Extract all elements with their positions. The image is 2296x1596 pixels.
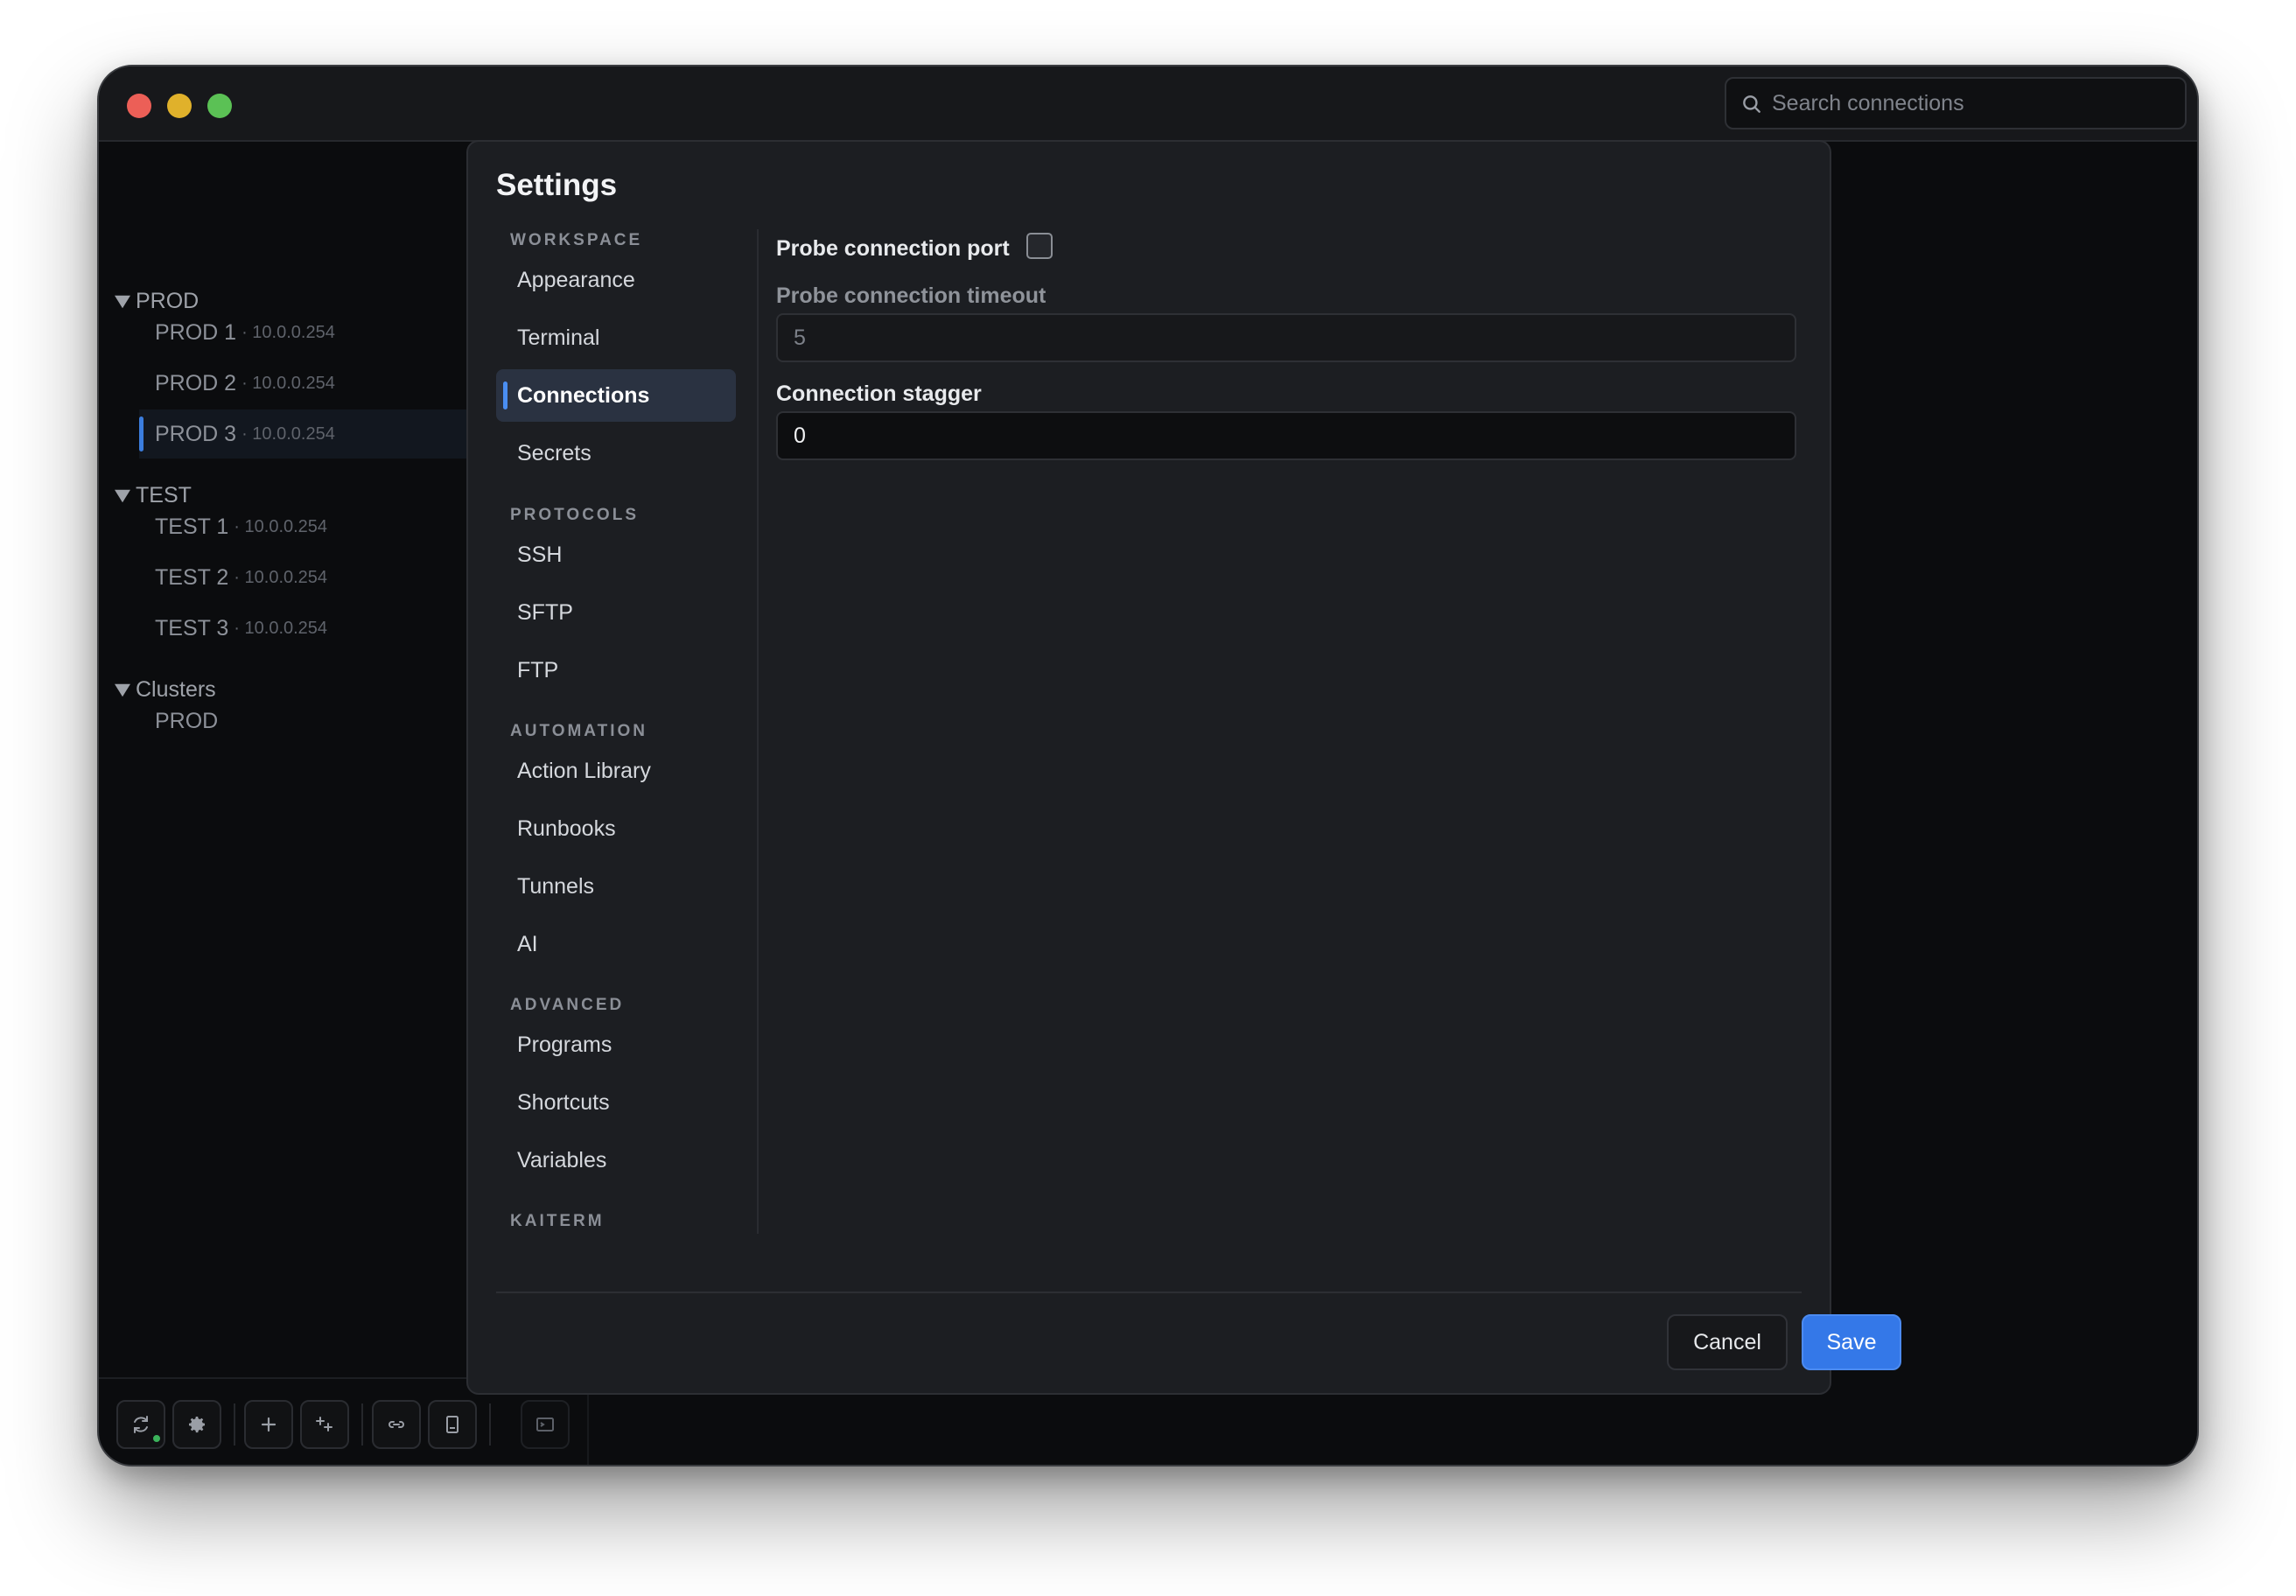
search-box[interactable] [1725, 77, 2187, 130]
save-button[interactable]: Save [1802, 1314, 1901, 1370]
settings-button[interactable] [172, 1400, 221, 1449]
nav-item-programs[interactable]: Programs [496, 1018, 736, 1071]
nav-item-sftp[interactable]: SFTP [496, 586, 736, 639]
nav-item-shortcuts[interactable]: Shortcuts [496, 1076, 736, 1129]
probe-timeout-field[interactable]: 5 [776, 313, 1796, 362]
tree-item-name: TEST 3 [155, 615, 229, 640]
tree-item-ip: · 10.0.0.254 [242, 322, 335, 342]
app-window: PROD PROD 1 · 10.0.0.254 PROD 2 · 10.0.0… [97, 65, 2199, 1466]
tree-item-name: PROD [155, 708, 219, 733]
tree-item-name: PROD 1 [155, 319, 237, 345]
title-bar [99, 66, 2197, 142]
tree-item-test-2[interactable]: TEST 2 · 10.0.0.254 [139, 553, 466, 602]
cancel-button[interactable]: Cancel [1667, 1314, 1788, 1370]
close-window-button[interactable] [127, 94, 151, 118]
tree-item-ip: · 10.0.0.254 [234, 618, 328, 638]
caret-down-icon [115, 683, 130, 696]
tree-item-cluster-prod[interactable]: PROD [139, 696, 466, 746]
tree-item-test-3[interactable]: TEST 3 · 10.0.0.254 [139, 604, 466, 653]
nav-item-tunnels[interactable]: Tunnels [496, 860, 736, 913]
nav-section-kaiterm: KAITERM [510, 1212, 605, 1230]
nav-divider [757, 229, 759, 1234]
nav-section-workspace: WORKSPACE [510, 231, 643, 249]
nav-section-advanced: ADVANCED [510, 996, 625, 1014]
tree-item-ip: · 10.0.0.254 [242, 373, 335, 393]
tree-item-prod-1[interactable]: PROD 1 · 10.0.0.254 [139, 308, 466, 357]
add-multiple-button[interactable] [300, 1400, 349, 1449]
nav-item-connections[interactable]: Connections [496, 369, 736, 422]
nav-section-protocols: PROTOCOLS [510, 506, 639, 524]
nav-item-ai[interactable]: AI [496, 918, 736, 970]
search-input[interactable] [1772, 79, 2176, 128]
plus-icon [261, 1417, 276, 1432]
nav-item-ssh[interactable]: SSH [496, 528, 736, 581]
sync-button[interactable] [116, 1400, 165, 1449]
document-button[interactable] [428, 1400, 477, 1449]
tree-item-test-1[interactable]: TEST 1 · 10.0.0.254 [139, 502, 466, 551]
stagger-field[interactable]: 0 [776, 411, 1796, 460]
online-status-dot [151, 1433, 162, 1444]
document-icon [446, 1416, 458, 1433]
nav-item-action-library[interactable]: Action Library [496, 745, 736, 797]
nav-item-appearance[interactable]: Appearance [496, 254, 736, 306]
toolbar-separator [489, 1404, 491, 1446]
dialog-title: Settings [496, 168, 618, 202]
nav-item-secrets[interactable]: Secrets [496, 427, 736, 480]
footer-divider [496, 1292, 1802, 1293]
tree-item-name: PROD 3 [155, 421, 237, 446]
link-button[interactable] [372, 1400, 421, 1449]
caret-down-icon [115, 489, 130, 502]
gear-icon [189, 1417, 205, 1433]
tree-item-ip: · 10.0.0.254 [234, 567, 328, 587]
sync-icon [134, 1416, 148, 1433]
nav-item-terminal[interactable]: Terminal [496, 312, 736, 364]
add-connection-button[interactable] [244, 1400, 293, 1449]
tree-item-prod-2[interactable]: PROD 2 · 10.0.0.254 [139, 359, 466, 408]
settings-dialog: Settings WORKSPACE Appearance Terminal C… [466, 140, 1901, 1395]
minimize-window-button[interactable] [167, 94, 192, 118]
nav-item-ftp[interactable]: FTP [496, 644, 736, 696]
tree-item-name: TEST 2 [155, 564, 229, 590]
stagger-label: Connection stagger [776, 382, 982, 406]
nav-item-variables[interactable]: Variables [496, 1134, 736, 1186]
toolbar-separator [361, 1404, 363, 1446]
plus-plus-icon [316, 1417, 332, 1432]
probe-timeout-label: Probe connection timeout [776, 284, 1046, 308]
connection-tree: PROD PROD 1 · 10.0.0.254 PROD 2 · 10.0.0… [99, 144, 466, 1386]
probe-port-checkbox[interactable] [1026, 233, 1053, 259]
probe-port-label: Probe connection port [776, 236, 1010, 261]
tree-item-name: TEST 1 [155, 514, 229, 539]
tree-item-ip: · 10.0.0.254 [242, 424, 335, 444]
maximize-window-button[interactable] [207, 94, 232, 118]
nav-item-runbooks[interactable]: Runbooks [496, 802, 736, 855]
toolbar-separator [234, 1404, 235, 1446]
terminal-icon [536, 1418, 554, 1432]
tree-item-prod-3[interactable]: PROD 3 · 10.0.0.254 [139, 410, 466, 458]
caret-down-icon [115, 295, 130, 308]
terminal-button[interactable] [521, 1400, 570, 1449]
nav-section-automation: AUTOMATION [510, 722, 648, 740]
search-icon [1743, 95, 1760, 113]
tree-item-name: PROD 2 [155, 370, 237, 396]
tree-item-ip: · 10.0.0.254 [234, 516, 328, 536]
link-icon [388, 1421, 404, 1428]
